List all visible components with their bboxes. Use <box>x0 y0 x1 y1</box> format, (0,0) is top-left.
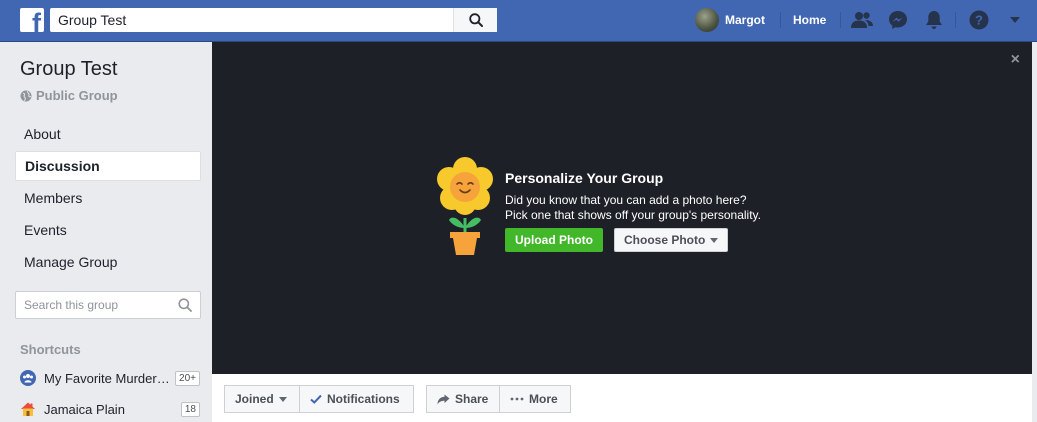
caret-down-icon <box>710 237 719 243</box>
svg-text:?: ? <box>975 13 983 28</box>
group-title[interactable]: Group Test <box>20 58 117 81</box>
upload-photo-label: Upload Photo <box>515 233 593 247</box>
bell-icon <box>926 11 942 29</box>
cover-photo-area: × Personalize Your Group Did you know th… <box>212 42 1032 374</box>
more-dots-icon <box>510 397 524 401</box>
choose-photo-label: Choose Photo <box>624 233 706 247</box>
nav-item-events[interactable]: Events <box>15 215 201 245</box>
checkmark-icon <box>310 394 322 404</box>
nav-item-label: About <box>24 126 61 142</box>
nav-item-label: Events <box>24 222 67 238</box>
cover-prompt-line: Did you know that you can add a photo he… <box>505 193 747 207</box>
nav-item-label: Discussion <box>25 158 100 174</box>
joined-button[interactable]: Joined <box>224 385 300 413</box>
shortcut-label: My Favorite Murder Podcast <box>44 370 173 386</box>
group-search-input[interactable] <box>16 292 166 318</box>
nav-divider <box>955 12 956 28</box>
house-icon <box>20 401 36 417</box>
profile-name: Margot <box>725 13 765 27</box>
group-search-box[interactable] <box>15 291 201 319</box>
top-navigation-bar: f Margot Home ? <box>0 0 1037 42</box>
nav-item-label: Manage Group <box>24 254 118 270</box>
home-link[interactable]: Home <box>793 13 826 27</box>
more-button[interactable]: More <box>499 385 571 413</box>
profile-link[interactable]: Margot <box>695 8 765 32</box>
facebook-logo-icon[interactable]: f <box>20 8 44 32</box>
cover-prompt-title: Personalize Your Group <box>505 170 664 186</box>
share-label: Share <box>455 392 489 406</box>
share-button[interactable]: Share <box>426 385 500 413</box>
help-button[interactable]: ? <box>967 9 991 31</box>
search-icon <box>468 13 483 27</box>
messenger-button[interactable] <box>886 9 910 31</box>
shortcut-label: Jamaica Plain <box>44 401 125 417</box>
global-search-box[interactable] <box>50 8 497 32</box>
shortcut-item[interactable]: My Favorite Murder Podcast 20+ <box>20 368 200 388</box>
globe-icon <box>20 90 32 101</box>
caret-down-icon <box>278 396 287 402</box>
messenger-icon <box>889 11 907 29</box>
notifications-label: Notifications <box>327 392 400 406</box>
shortcuts-heading: Shortcuts <box>20 342 81 357</box>
shortcut-count-badge: 18 <box>180 401 200 417</box>
nav-item-label: Members <box>24 190 83 206</box>
more-label: More <box>529 392 558 406</box>
joined-label: Joined <box>235 392 274 406</box>
nav-divider <box>840 12 841 28</box>
group-privacy: Public Group <box>20 88 118 103</box>
friends-icon <box>851 12 873 28</box>
close-icon[interactable]: × <box>1011 52 1020 68</box>
choose-photo-button[interactable]: Choose Photo <box>614 228 729 252</box>
account-menu-button[interactable] <box>1003 9 1027 31</box>
upload-photo-button[interactable]: Upload Photo <box>505 228 603 252</box>
shortcut-item[interactable]: Jamaica Plain 18 <box>20 399 200 419</box>
shortcut-count-badge: 20+ <box>175 370 200 386</box>
search-icon[interactable] <box>178 298 192 312</box>
caret-down-icon <box>1010 17 1020 23</box>
group-nav: About Discussion Members Events Manage G… <box>15 119 201 279</box>
global-search-input[interactable] <box>50 8 450 32</box>
group-action-bar: Joined Notifications Share More <box>212 374 1032 422</box>
nav-divider <box>780 12 781 28</box>
nav-item-members[interactable]: Members <box>15 183 201 213</box>
group-privacy-label: Public Group <box>36 88 118 103</box>
notifications-button[interactable] <box>922 9 946 31</box>
friend-requests-button[interactable] <box>850 9 874 31</box>
cover-prompt-line: Pick one that shows off your group's per… <box>505 208 761 222</box>
nav-item-manage-group[interactable]: Manage Group <box>15 247 201 277</box>
help-icon: ? <box>969 10 989 30</box>
cover-prompt-text: Did you know that you can add a photo he… <box>505 193 761 223</box>
group-icon <box>20 370 36 386</box>
search-button[interactable] <box>453 8 497 32</box>
avatar <box>695 8 719 32</box>
share-arrow-icon <box>437 394 450 404</box>
nav-item-about[interactable]: About <box>15 119 201 149</box>
flower-illustration-icon <box>437 157 493 255</box>
notifications-button[interactable]: Notifications <box>299 385 414 413</box>
nav-item-discussion[interactable]: Discussion <box>15 151 201 181</box>
